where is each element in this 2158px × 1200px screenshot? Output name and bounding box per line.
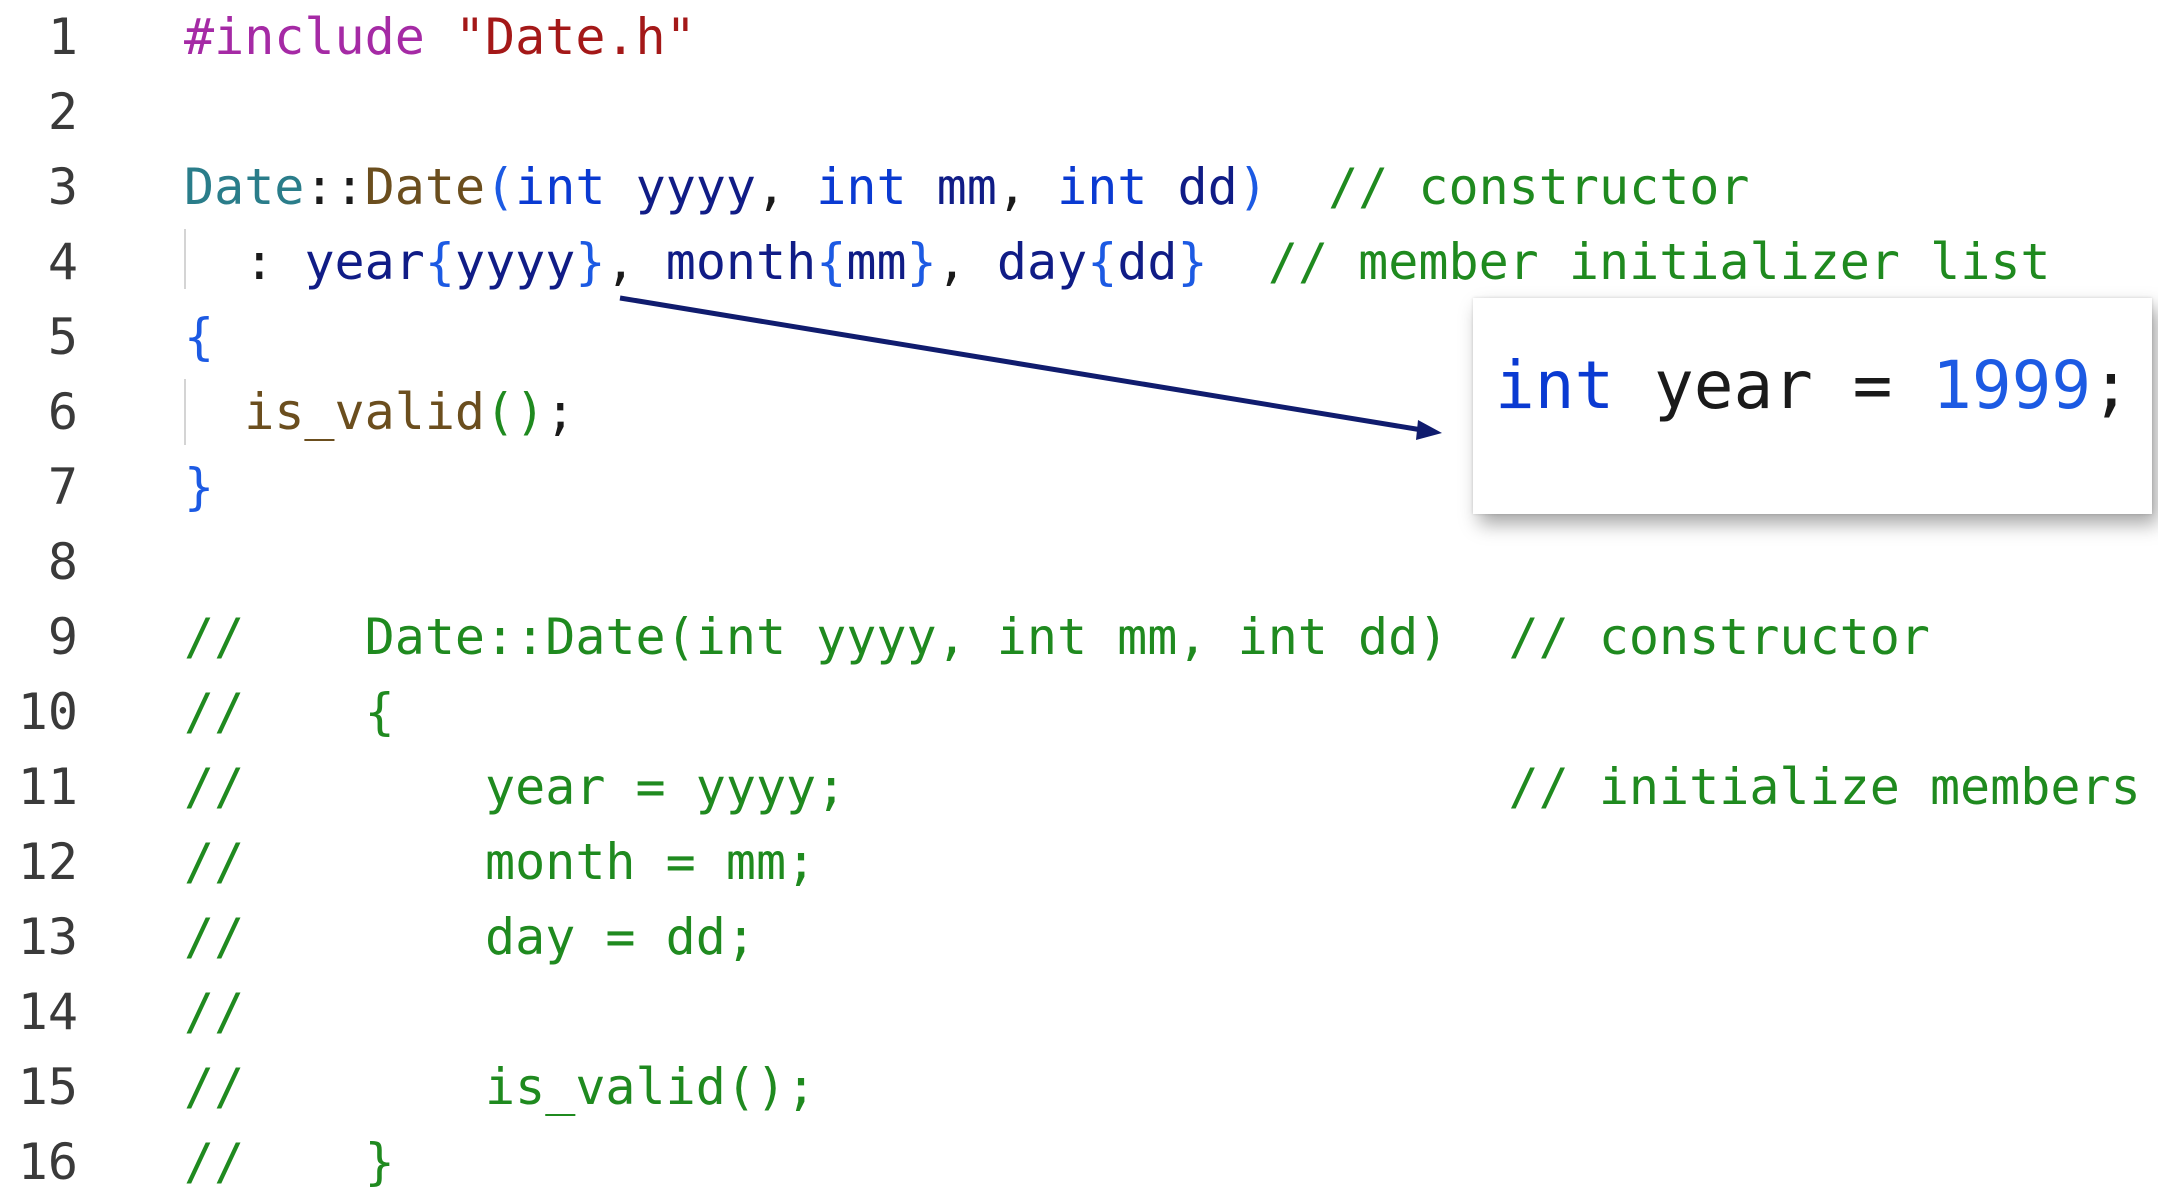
line-number: 6 bbox=[47, 383, 78, 441]
code-text: : year{yyyy}, month{mm}, day{dd} // memb… bbox=[244, 233, 2051, 291]
line-number: 9 bbox=[47, 608, 78, 666]
code-text: // bbox=[184, 983, 245, 1041]
line-number: 16 bbox=[17, 1133, 78, 1191]
code-text: { bbox=[184, 308, 215, 366]
code-line-11[interactable]: 11 // year = yyyy; // initialize members bbox=[0, 750, 2158, 825]
code-text: // year = yyyy; // initialize members bbox=[184, 758, 2141, 816]
tooltip-code: int year = 1999; bbox=[1495, 347, 2131, 424]
line-number: 5 bbox=[47, 308, 78, 366]
code-line-15[interactable]: 15 // is_valid(); bbox=[0, 1050, 2158, 1125]
line-number: 11 bbox=[17, 758, 78, 816]
code-line-12[interactable]: 12 // month = mm; bbox=[0, 825, 2158, 900]
code-text: // Date::Date(int yyyy, int mm, int dd) … bbox=[184, 608, 1930, 666]
code-editor[interactable]: 1 #include "Date.h" 2 3 Date::Date(int y… bbox=[0, 0, 2158, 1191]
line-number: 7 bbox=[47, 458, 78, 516]
code-text: } bbox=[184, 458, 215, 516]
hover-tooltip: int year = 1999; bbox=[1473, 298, 2152, 514]
line-number: 4 bbox=[47, 233, 78, 291]
line-number: 2 bbox=[47, 83, 78, 141]
code-text: Date::Date(int yyyy, int mm, int dd) // … bbox=[184, 158, 1750, 216]
line-number: 8 bbox=[47, 533, 78, 591]
code-line-1[interactable]: 1 #include "Date.h" bbox=[0, 0, 2158, 75]
line-number: 1 bbox=[47, 8, 78, 66]
line-number: 10 bbox=[17, 683, 78, 741]
code-line-14[interactable]: 14 // bbox=[0, 975, 2158, 1050]
line-number: 12 bbox=[17, 833, 78, 891]
code-text: // } bbox=[184, 1133, 395, 1191]
code-line-4[interactable]: 4 : year{yyyy}, month{mm}, day{dd} // me… bbox=[0, 225, 2158, 300]
code-text: #include "Date.h" bbox=[184, 8, 696, 66]
code-text: // month = mm; bbox=[184, 833, 817, 891]
line-number: 13 bbox=[17, 908, 78, 966]
code-text: // { bbox=[184, 683, 395, 741]
code-line-10[interactable]: 10 // { bbox=[0, 675, 2158, 750]
code-text: is_valid(); bbox=[244, 383, 576, 441]
line-number: 14 bbox=[17, 983, 78, 1041]
code-line-13[interactable]: 13 // day = dd; bbox=[0, 900, 2158, 975]
line-number: 15 bbox=[17, 1058, 78, 1116]
code-line-8[interactable]: 8 bbox=[0, 525, 2158, 600]
code-text: // is_valid(); bbox=[184, 1058, 817, 1116]
code-line-9[interactable]: 9 // Date::Date(int yyyy, int mm, int dd… bbox=[0, 600, 2158, 675]
code-line-16[interactable]: 16 // } bbox=[0, 1125, 2158, 1200]
code-line-2[interactable]: 2 bbox=[0, 75, 2158, 150]
code-text: // day = dd; bbox=[184, 908, 756, 966]
line-number: 3 bbox=[47, 158, 78, 216]
code-line-3[interactable]: 3 Date::Date(int yyyy, int mm, int dd) /… bbox=[0, 150, 2158, 225]
